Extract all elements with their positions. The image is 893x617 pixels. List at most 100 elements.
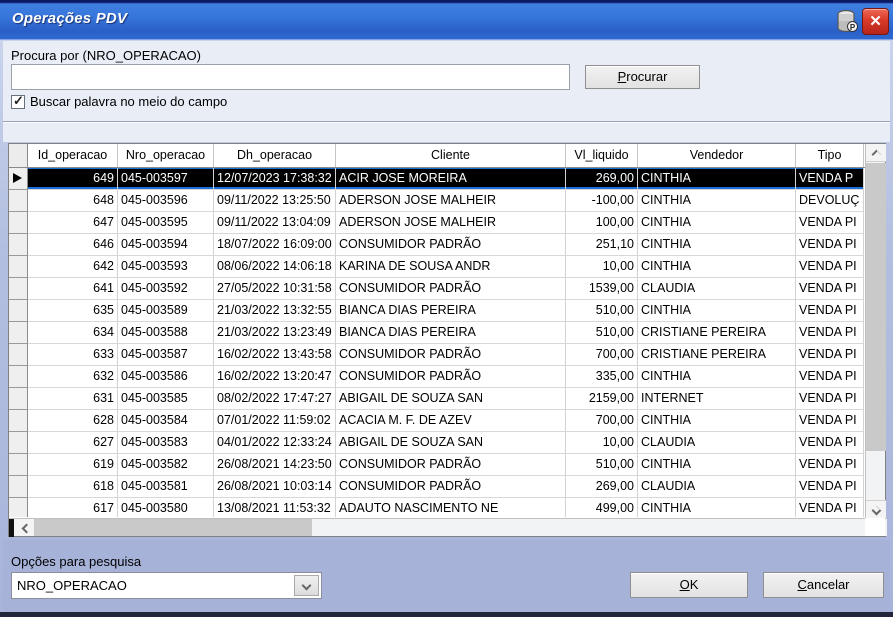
- search-button[interactable]: Procurar: [585, 65, 700, 89]
- cell-id-operacao: 634: [28, 322, 118, 344]
- cell-cliente: BIANCA DIAS PEREIRA: [336, 322, 566, 344]
- cell-vendedor: CLAUDIA: [638, 278, 796, 300]
- table-row[interactable]: 627 045-003583 04/01/2022 12:33:24 ABIGA…: [9, 432, 885, 454]
- cell-vl-liquido: 2159,00: [566, 388, 638, 410]
- cell-cliente: ADERSON JOSE MALHEIR: [336, 190, 566, 212]
- table-row[interactable]: 647 045-003595 09/11/2022 13:04:09 ADERS…: [9, 212, 885, 234]
- cell-vl-liquido: 10,00: [566, 256, 638, 278]
- cell-vl-liquido: 251,10: [566, 234, 638, 256]
- database-icon[interactable]: P: [834, 8, 859, 35]
- cell-cliente: KARINA DE SOUSA ANDR: [336, 256, 566, 278]
- table-row[interactable]: 642 045-003593 08/06/2022 14:06:18 KARIN…: [9, 256, 885, 278]
- titlebar[interactable]: Operações PDV P ✕: [0, 0, 893, 40]
- table-row[interactable]: 634 045-003588 21/03/2022 13:23:49 BIANC…: [9, 322, 885, 344]
- col-header-vl-liquido[interactable]: Vl_liquido: [566, 144, 638, 167]
- col-header-id-operacao[interactable]: Id_operacao: [28, 144, 118, 167]
- cell-tipo: DEVOLUÇ: [796, 190, 864, 212]
- cell-nro-operacao: 045-003595: [118, 212, 214, 234]
- search-panel: Procura por (NRO_OPERACAO) Procurar ✓ Bu…: [3, 41, 890, 142]
- table-row[interactable]: 618 045-003581 26/08/2021 10:03:14 CONSU…: [9, 476, 885, 498]
- row-indicator: [9, 344, 28, 366]
- cell-vendedor: CRISTIANE PEREIRA: [638, 322, 796, 344]
- cell-dh-operacao: 04/01/2022 12:33:24: [214, 432, 336, 454]
- cell-tipo: VENDA PI: [796, 344, 864, 366]
- cell-id-operacao: 648: [28, 190, 118, 212]
- cell-cliente: CONSUMIDOR PADRÃO: [336, 278, 566, 300]
- cell-tipo: VENDA PI: [796, 300, 864, 322]
- table-row[interactable]: 648 045-003596 09/11/2022 13:25:50 ADERS…: [9, 190, 885, 212]
- table-row[interactable]: 635 045-003589 21/03/2022 13:32:55 BIANC…: [9, 300, 885, 322]
- checkbox-middle-word[interactable]: ✓: [11, 95, 25, 109]
- cancel-button[interactable]: Cancelar: [763, 572, 884, 598]
- table-row[interactable]: 631 045-003585 08/02/2022 17:47:27 ABIGA…: [9, 388, 885, 410]
- row-indicator: [9, 476, 28, 498]
- horizontal-scroll-thumb[interactable]: [34, 519, 312, 536]
- cell-dh-operacao: 18/07/2022 16:09:00: [214, 234, 336, 256]
- close-icon[interactable]: ✕: [862, 8, 889, 35]
- cell-cliente: ABIGAIL DE SOUZA SAN: [336, 432, 566, 454]
- cell-cliente: CONSUMIDOR PADRÃO: [336, 344, 566, 366]
- vertical-scroll-thumb[interactable]: [866, 163, 886, 451]
- cell-id-operacao: 619: [28, 454, 118, 476]
- cell-cliente: ABIGAIL DE SOUZA SAN: [336, 388, 566, 410]
- scroll-left-icon[interactable]: [15, 519, 33, 536]
- cell-vl-liquido: 269,00: [566, 476, 638, 498]
- cell-cliente: CONSUMIDOR PADRÃO: [336, 476, 566, 498]
- table-row[interactable]: 641 045-003592 27/05/2022 10:31:58 CONSU…: [9, 278, 885, 300]
- row-indicator: [9, 322, 28, 344]
- cell-id-operacao: 633: [28, 344, 118, 366]
- cell-dh-operacao: 26/08/2021 10:03:14: [214, 476, 336, 498]
- cell-tipo: VENDA PI: [796, 410, 864, 432]
- table-row[interactable]: 646 045-003594 18/07/2022 16:09:00 CONSU…: [9, 234, 885, 256]
- cell-nro-operacao: 045-003580: [118, 498, 214, 517]
- cell-dh-operacao: 16/02/2022 13:43:58: [214, 344, 336, 366]
- table-row[interactable]: 628 045-003584 07/01/2022 11:59:02 ACACI…: [9, 410, 885, 432]
- scroll-down-icon[interactable]: [866, 500, 886, 518]
- dropdown-selected-value: NRO_OPERACAO: [17, 578, 127, 593]
- table-row[interactable]: 619 045-003582 26/08/2021 14:23:50 CONSU…: [9, 454, 885, 476]
- table-row[interactable]: 633 045-003587 16/02/2022 13:43:58 CONSU…: [9, 344, 885, 366]
- cell-dh-operacao: 09/11/2022 13:25:50: [214, 190, 336, 212]
- ok-button[interactable]: OK: [630, 572, 748, 598]
- cell-vendedor: CLAUDIA: [638, 476, 796, 498]
- cell-tipo: VENDA PI: [796, 212, 864, 234]
- search-input[interactable]: [11, 64, 570, 90]
- table-row[interactable]: 649 045-003597 12/07/2023 17:38:32 ACIR …: [9, 168, 885, 190]
- vertical-scrollbar[interactable]: [865, 144, 885, 518]
- grid-rows: 649 045-003597 12/07/2023 17:38:32 ACIR …: [9, 168, 885, 517]
- divider: [3, 121, 890, 123]
- cell-tipo: VENDA PI: [796, 256, 864, 278]
- cell-id-operacao: 627: [28, 432, 118, 454]
- cell-dh-operacao: 27/05/2022 10:31:58: [214, 278, 336, 300]
- search-label: Procura por (NRO_OPERACAO): [11, 48, 201, 63]
- table-row[interactable]: 632 045-003586 16/02/2022 13:20:47 CONSU…: [9, 366, 885, 388]
- cell-nro-operacao: 045-003592: [118, 278, 214, 300]
- scroll-up-icon[interactable]: [866, 144, 886, 162]
- col-header-tipo[interactable]: Tipo: [796, 144, 864, 167]
- horizontal-scrollbar[interactable]: [9, 518, 887, 536]
- checkbox-label[interactable]: Buscar palavra no meio do campo: [30, 94, 227, 109]
- row-indicator: [9, 168, 28, 190]
- table-row[interactable]: 617 045-003580 13/08/2021 11:53:32 ADAUT…: [9, 498, 885, 517]
- col-header-dh-operacao[interactable]: Dh_operacao: [214, 144, 336, 167]
- col-header-nro-operacao[interactable]: Nro_operacao: [118, 144, 214, 167]
- search-options-dropdown[interactable]: NRO_OPERACAO: [11, 572, 322, 599]
- svg-text:P: P: [849, 23, 855, 32]
- cell-nro-operacao: 045-003588: [118, 322, 214, 344]
- col-header-vendedor[interactable]: Vendedor: [638, 144, 796, 167]
- cell-nro-operacao: 045-003594: [118, 234, 214, 256]
- cell-cliente: ACIR JOSE MOREIRA: [336, 168, 566, 190]
- cell-tipo: VENDA PI: [796, 278, 864, 300]
- cell-vl-liquido: 1539,00: [566, 278, 638, 300]
- options-label: Opções para pesquisa: [11, 554, 141, 569]
- cell-id-operacao: 635: [28, 300, 118, 322]
- cell-id-operacao: 631: [28, 388, 118, 410]
- row-indicator: [9, 410, 28, 432]
- col-header-cliente[interactable]: Cliente: [336, 144, 566, 167]
- cell-cliente: CONSUMIDOR PADRÃO: [336, 454, 566, 476]
- cell-cliente: BIANCA DIAS PEREIRA: [336, 300, 566, 322]
- row-indicator: [9, 432, 28, 454]
- cell-id-operacao: 649: [28, 168, 118, 190]
- chevron-down-icon[interactable]: [294, 575, 319, 596]
- cell-dh-operacao: 13/08/2021 11:53:32: [214, 498, 336, 517]
